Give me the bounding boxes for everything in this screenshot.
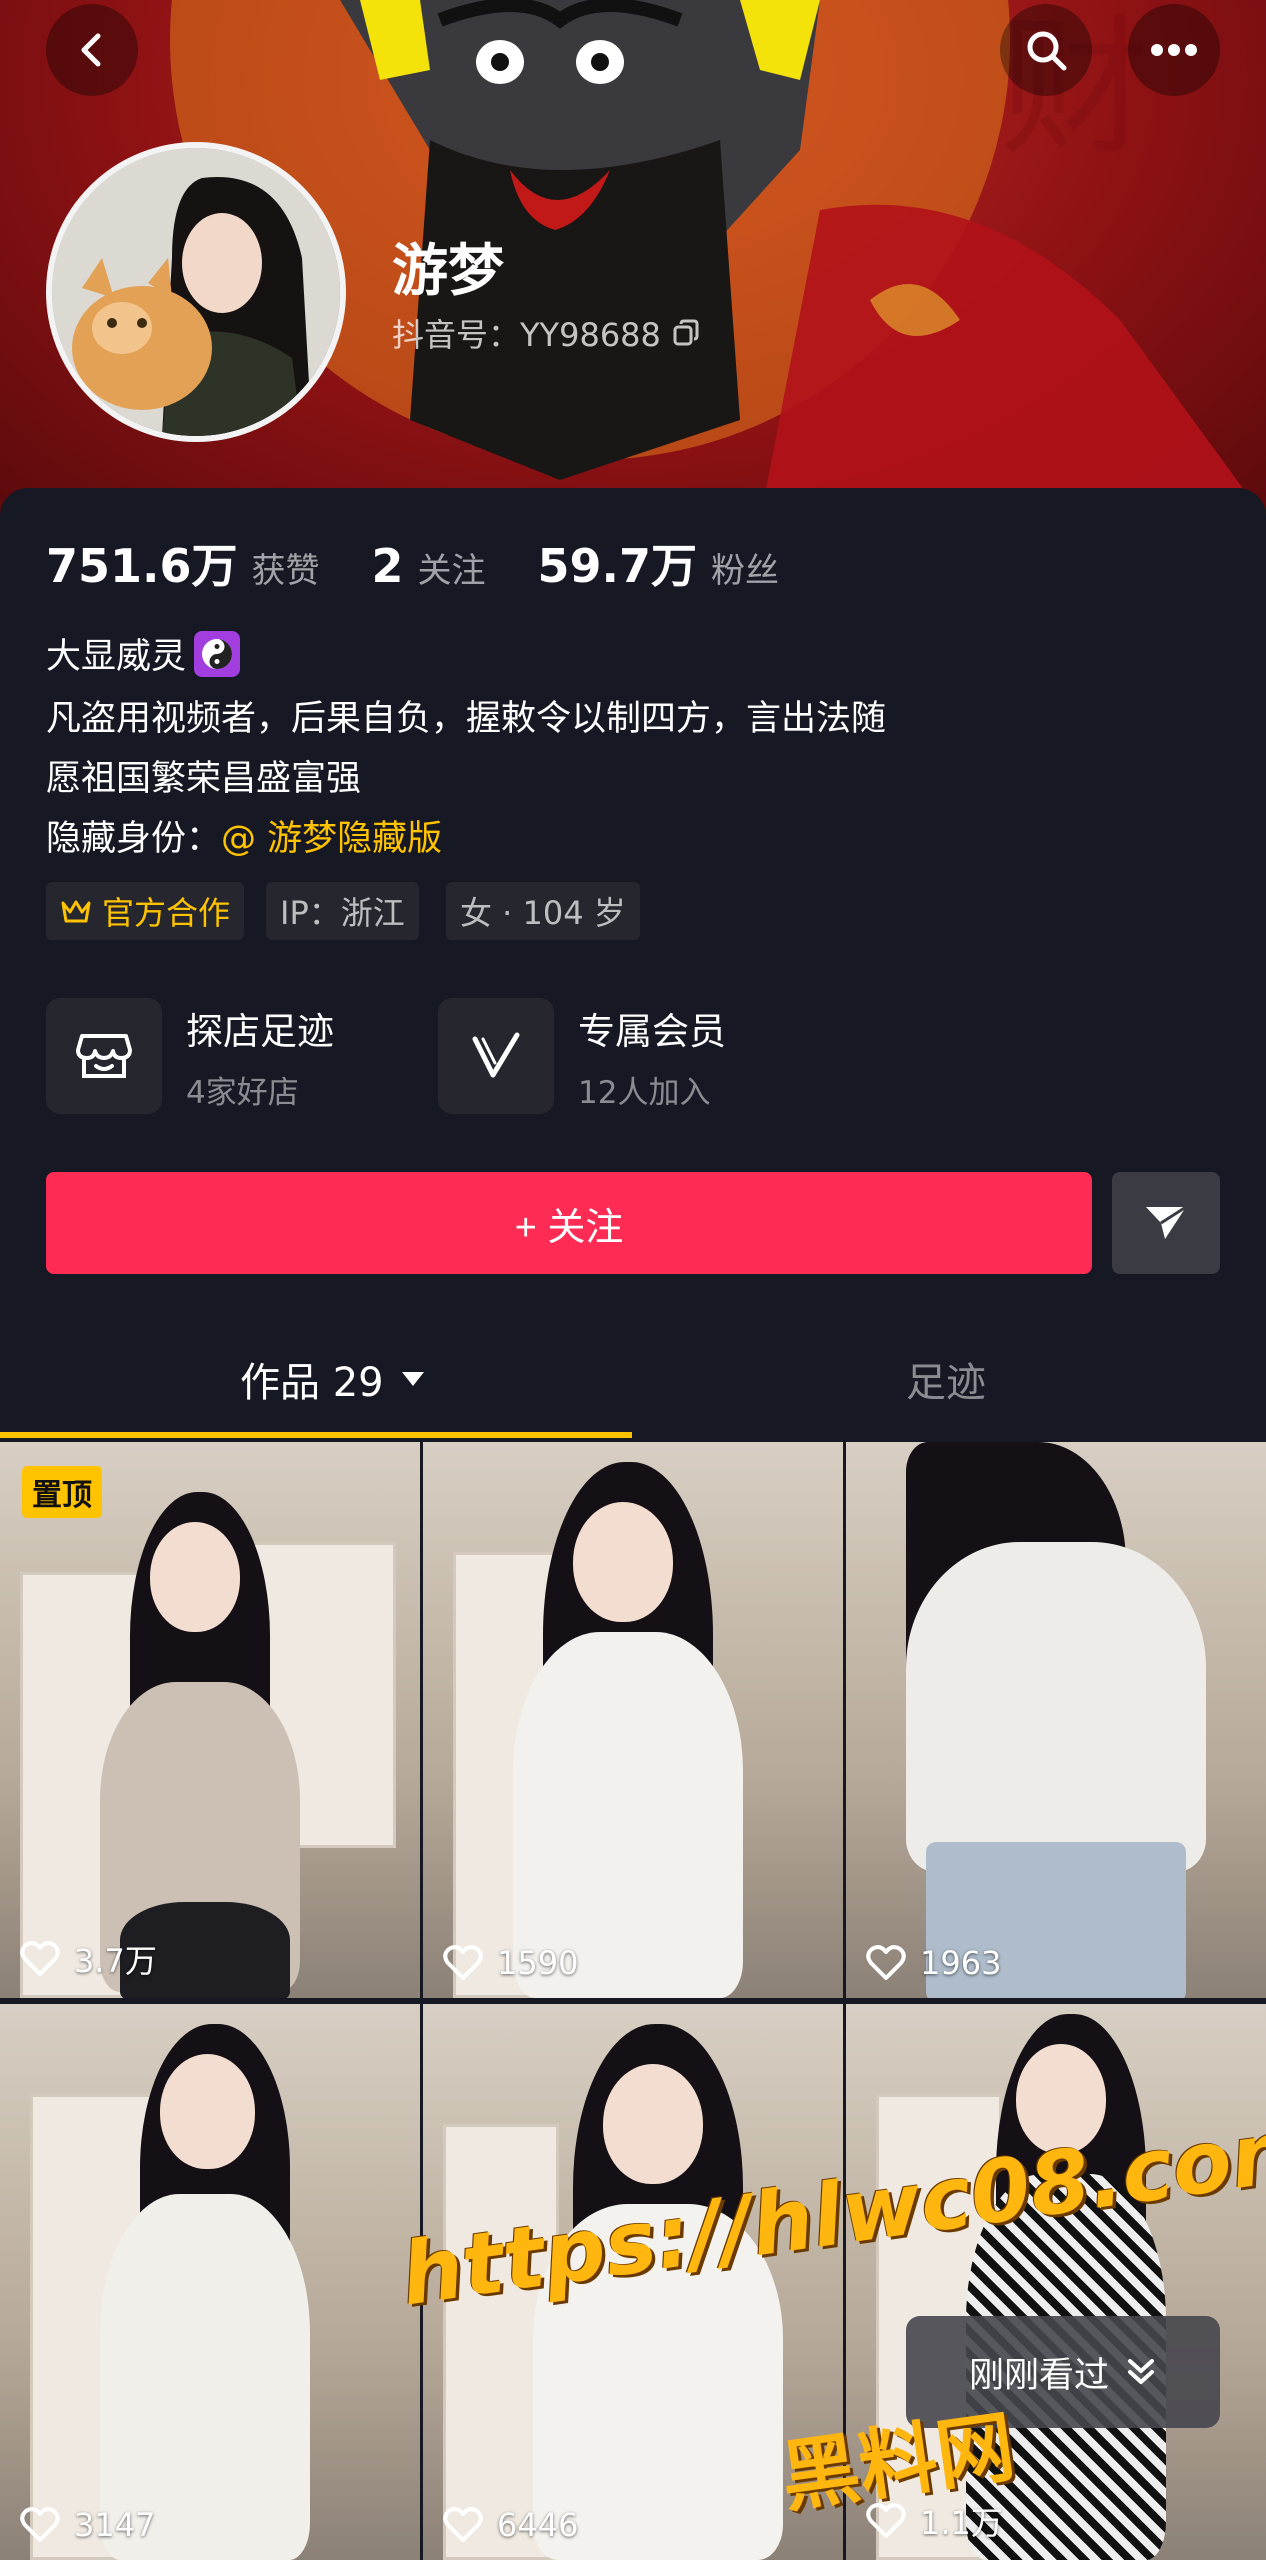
search-icon [1027, 31, 1067, 71]
membership-sub: 12人加入 [578, 1074, 711, 1111]
store-visits-sub: 4家好店 [186, 1074, 299, 1111]
bio-line-2: 凡盗用视频者，后果自负，握敕令以制四方，言出法随 [46, 699, 887, 739]
membership-title: 专属会员 [578, 1009, 726, 1053]
share-button[interactable] [1112, 1172, 1220, 1274]
search-button[interactable] [1000, 4, 1092, 96]
like-count-text: 1963 [920, 1944, 1002, 1982]
douyin-id-text: 抖音号：YY98688 [392, 316, 661, 354]
bio-line-4: 隐藏身份：@ 游梦隐藏版 [46, 810, 442, 861]
like-count: 6446 [443, 2506, 578, 2544]
tab-works-label: 作品 29 [240, 1360, 384, 1406]
more-dots-icon [1151, 44, 1197, 56]
profile-banner: 财 游梦 抖音号：YY98688 [0, 0, 1266, 520]
official-partner-label: 官方合作 [102, 894, 231, 932]
tab-footprint[interactable]: 足迹 [906, 1350, 986, 1408]
following-label: 关注 [417, 551, 486, 591]
following-count[interactable]: 2 [372, 539, 404, 593]
like-count: 3147 [20, 2506, 155, 2544]
bio-line-1-text: 大显威灵 [46, 637, 187, 677]
send-icon [1146, 1205, 1187, 1239]
vip-v-icon [472, 1032, 520, 1078]
douyin-id-row[interactable]: 抖音号：YY98688 [392, 310, 701, 356]
video-thumbnail[interactable]: 置顶 3.7万 [0, 1442, 420, 1998]
hidden-account-mention[interactable]: @ 游梦隐藏版 [221, 819, 442, 859]
pinned-badge: 置顶 [22, 1466, 102, 1518]
hidden-identity-label: 隐藏身份： [46, 819, 222, 859]
heart-icon [443, 1945, 483, 1980]
double-chevron-down-icon [1128, 2359, 1154, 2384]
caret-down-icon [401, 1372, 424, 1386]
like-count: 1963 [866, 1944, 1001, 1982]
video-thumbnail[interactable]: 1963 [846, 1442, 1266, 1998]
membership-entry[interactable]: 专属会员 12人加入 [438, 998, 726, 1114]
store-visits-title: 探店足迹 [186, 1009, 334, 1053]
heart-icon [20, 2507, 60, 2542]
like-count: 3.7万 [20, 1936, 157, 1982]
like-count-text: 6446 [497, 2506, 579, 2544]
follow-button[interactable]: + 关注 [46, 1172, 1092, 1274]
avatar-photo [52, 148, 340, 436]
followers-count[interactable]: 59.7万 [538, 530, 698, 596]
official-partner-tag[interactable]: 官方合作 [46, 882, 245, 940]
likes-label: 获赞 [251, 551, 320, 591]
yin-yang-icon [194, 630, 241, 677]
profile-name: 游梦 [392, 239, 504, 304]
store-icon-box [46, 998, 162, 1114]
tab-indicator [0, 1432, 632, 1438]
store-visits-entry[interactable]: 探店足迹 4家好店 [46, 998, 334, 1114]
copy-icon[interactable] [671, 318, 701, 348]
store-icon [76, 1034, 132, 1078]
like-count-text: 1590 [497, 1944, 579, 1982]
tab-works[interactable]: 作品 29 [240, 1350, 426, 1408]
like-count-text: 3147 [74, 2506, 156, 2544]
stats-row: 751.6万 获赞 2 关注 59.7万 粉丝 [46, 530, 831, 596]
avatar[interactable] [46, 142, 346, 442]
content-tabs: 作品 29 足迹 [0, 1330, 1266, 1442]
followers-label: 粉丝 [711, 551, 780, 591]
video-thumbnail[interactable]: 3147 [0, 2004, 420, 2560]
crown-icon [61, 900, 91, 923]
heart-icon [866, 1945, 906, 1980]
video-thumbnail[interactable]: 1590 [423, 1442, 843, 1998]
vip-icon-box [438, 998, 554, 1114]
chevron-left-icon [81, 33, 101, 67]
like-count-text: 3.7万 [74, 1942, 157, 1980]
heart-icon [20, 1941, 60, 1976]
back-button[interactable] [46, 4, 138, 96]
likes-count[interactable]: 751.6万 [46, 530, 238, 596]
like-count: 1590 [443, 1944, 578, 1982]
ip-location-tag: IP：浙江 [266, 882, 419, 940]
heart-icon [443, 2507, 483, 2542]
gender-age-tag: 女 · 104 岁 [446, 882, 640, 940]
bio-line-3: 愿祖国繁荣昌盛富强 [46, 759, 362, 799]
more-button[interactable] [1128, 4, 1220, 96]
bio-line-1: 大显威灵 [46, 628, 241, 679]
